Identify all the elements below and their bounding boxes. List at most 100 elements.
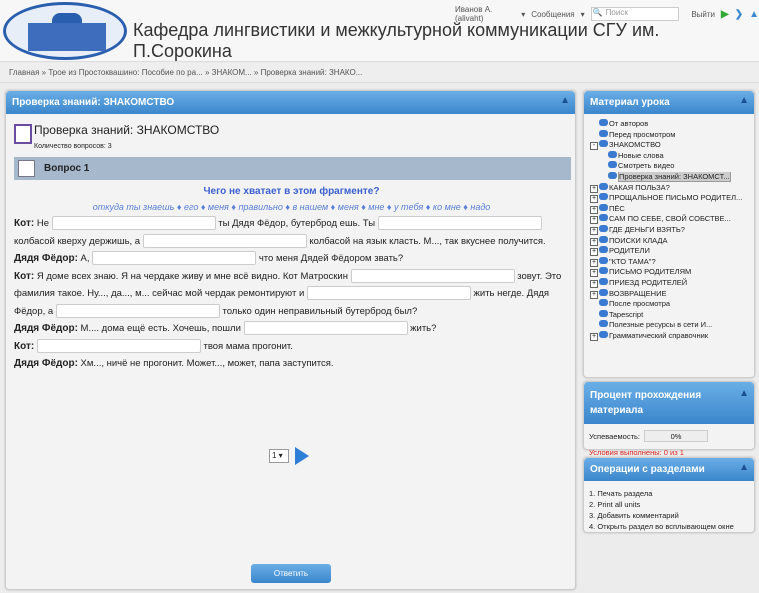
- tree-item[interactable]: + КАКАЯ ПОЛЬЗА?: [590, 182, 754, 194]
- answer-blank[interactable]: [55, 303, 220, 318]
- next-icon[interactable]: ❯: [735, 9, 743, 20]
- tree-item[interactable]: - ЗНАКОМСТВО: [590, 140, 754, 151]
- print-section-link[interactable]: 1. Печать раздела: [589, 488, 754, 499]
- expand-icon[interactable]: +: [590, 269, 598, 278]
- tree-item[interactable]: После просмотра: [590, 299, 754, 310]
- tree-item[interactable]: Проверка знаний: ЗНАКОМСТ...: [590, 171, 754, 183]
- collapse-icon[interactable]: ▲: [739, 95, 749, 106]
- answer-button[interactable]: Ответить: [251, 564, 331, 583]
- book-icon: [599, 309, 608, 317]
- quiz-title: Проверка знаний: ЗНАКОМСТВО: [34, 123, 220, 137]
- tree-item[interactable]: Перед просмотром: [590, 129, 754, 141]
- expand-icon[interactable]: +: [590, 226, 598, 235]
- book-icon: [599, 267, 608, 275]
- chevron-down-icon[interactable]: ▾: [581, 10, 585, 19]
- book-icon: [599, 330, 608, 338]
- expand-icon[interactable]: +: [590, 205, 598, 214]
- tree-item[interactable]: + Грамматический справочник: [590, 330, 754, 342]
- expand-icon[interactable]: +: [590, 332, 598, 341]
- expand-icon[interactable]: +: [590, 258, 598, 267]
- user-menu[interactable]: Иванов А. (alivaht): [455, 5, 515, 23]
- book-icon: [608, 161, 617, 169]
- tree-item[interactable]: + ПРИЕЗД РОДИТЕЛЕЙ: [590, 277, 754, 289]
- logout-icon[interactable]: ▶: [721, 9, 729, 20]
- tree-item[interactable]: От авторов: [590, 119, 754, 130]
- add-comment-link[interactable]: 3. Добавить комментарий: [589, 510, 754, 521]
- expand-icon[interactable]: +: [590, 216, 598, 225]
- logout-link[interactable]: Выйти: [691, 10, 715, 19]
- pager: 1 ▾: [269, 447, 309, 465]
- tree-item[interactable]: + ГДЕ ДЕНЬГИ ВЗЯТЬ?: [590, 224, 754, 236]
- expand-icon[interactable]: +: [590, 290, 598, 299]
- expand-icon[interactable]: +: [590, 237, 598, 246]
- answer-blank[interactable]: [243, 321, 408, 336]
- book-icon: [599, 119, 608, 126]
- word-bank: откуда ты знаешь ♦ его ♦ меня ♦ правильн…: [92, 202, 491, 212]
- book-icon: [599, 224, 608, 232]
- top-links: Иванов А. (alivaht) ▾ Сообщения ▾ Поиск Вы…: [455, 5, 759, 23]
- question-prompt: Чего не хватает в этом фрагменте?: [203, 186, 380, 197]
- tree-item[interactable]: + "КТО ТАМА"?: [590, 256, 754, 268]
- quiz-icon: [14, 124, 32, 144]
- expand-icon[interactable]: +: [590, 248, 598, 257]
- book-icon: [599, 288, 608, 296]
- book-icon: [608, 150, 617, 158]
- collapse-icon[interactable]: ▲: [560, 95, 570, 106]
- print-all-link[interactable]: 2. Print all units: [589, 499, 754, 510]
- open-popup-link[interactable]: 4. Открыть раздел во всплывающем окне: [589, 521, 754, 532]
- tree-item[interactable]: + РОДИТЕЛИ: [590, 246, 754, 257]
- breadcrumb[interactable]: Главная » Трое из Простоквашино: Пособие…: [0, 63, 759, 83]
- tree-item[interactable]: Смотреть видео: [590, 161, 754, 172]
- collapse-icon[interactable]: ▲: [749, 9, 759, 20]
- book-icon: [599, 299, 608, 307]
- expand-icon[interactable]: +: [590, 279, 598, 288]
- search-input[interactable]: Поиск: [590, 7, 680, 21]
- answer-blank[interactable]: [142, 233, 307, 248]
- book-icon: [599, 214, 608, 222]
- document-icon: [18, 160, 35, 177]
- answer-blank[interactable]: [92, 251, 257, 266]
- lesson-material-panel: Материал урока ▲ От авторов Перед просмотр…: [583, 90, 755, 378]
- book-icon: [599, 256, 608, 264]
- answer-blank[interactable]: [36, 338, 201, 353]
- book-icon: [599, 235, 608, 243]
- section-operations-panel: Операции с разделами ▲ 1. Печать раздела …: [583, 457, 755, 533]
- messages-menu[interactable]: Сообщения: [531, 10, 574, 19]
- book-icon: [608, 171, 617, 179]
- tree-item[interactable]: + ПРОЩАЛЬНОЕ ПИСЬМО РОДИТЕЛ...: [590, 193, 754, 204]
- conditions-text: Условия выполнены: 0 из 1: [589, 448, 684, 457]
- answer-blank[interactable]: [306, 286, 471, 301]
- book-icon: [599, 246, 608, 254]
- book-icon: [599, 182, 608, 190]
- next-arrow-icon[interactable]: [295, 447, 309, 465]
- tree-item[interactable]: Новые слова: [590, 150, 754, 162]
- page-select[interactable]: 1 ▾: [269, 449, 289, 463]
- tree-item[interactable]: Полезные ресурсы в сети И...: [590, 320, 754, 331]
- dialog-text: Кот: Не ты Дядя Фёдор, бутерброд ешь. Ты…: [14, 216, 562, 369]
- lesson-tree: От авторов Перед просмотром - ЗНАКОМСТВО Нов…: [584, 114, 754, 341]
- progress-bar: 0%: [644, 430, 708, 442]
- tree-item[interactable]: + ПОИСКИ КЛАДА: [590, 235, 754, 247]
- collapse-icon[interactable]: ▲: [739, 462, 749, 473]
- collapse-icon[interactable]: ▲: [739, 386, 749, 401]
- tree-item[interactable]: + ПИСЬМО РОДИТЕЛЯМ: [590, 267, 754, 278]
- answer-blank[interactable]: [51, 216, 216, 231]
- progress-panel: Процент прохождения материала ▲ Успеваемо…: [583, 381, 755, 457]
- collapse-icon[interactable]: -: [590, 142, 598, 151]
- expand-icon[interactable]: +: [590, 195, 598, 204]
- university-logo[interactable]: [3, 2, 127, 60]
- expand-icon[interactable]: +: [590, 184, 598, 193]
- answer-blank[interactable]: [350, 268, 515, 283]
- tree-item[interactable]: + САМ ПО СЕБЕ, СВОЙ СОБСТВЕ...: [590, 214, 754, 225]
- question-count: Количество вопросов: 3: [34, 143, 112, 150]
- book-icon: [599, 193, 608, 201]
- question-header: Вопрос 1: [14, 157, 571, 180]
- site-title: Кафедра лингвистики и межкультурной комм…: [133, 20, 660, 61]
- answer-blank[interactable]: [377, 216, 542, 231]
- book-icon: [599, 277, 608, 285]
- tree-item[interactable]: + ПЁС: [590, 203, 754, 215]
- tree-item[interactable]: Tapescript: [590, 309, 754, 321]
- tree-item[interactable]: + ВОЗВРАЩЕНИЕ: [590, 288, 754, 300]
- chevron-down-icon[interactable]: ▾: [521, 10, 525, 19]
- book-icon: [599, 320, 608, 328]
